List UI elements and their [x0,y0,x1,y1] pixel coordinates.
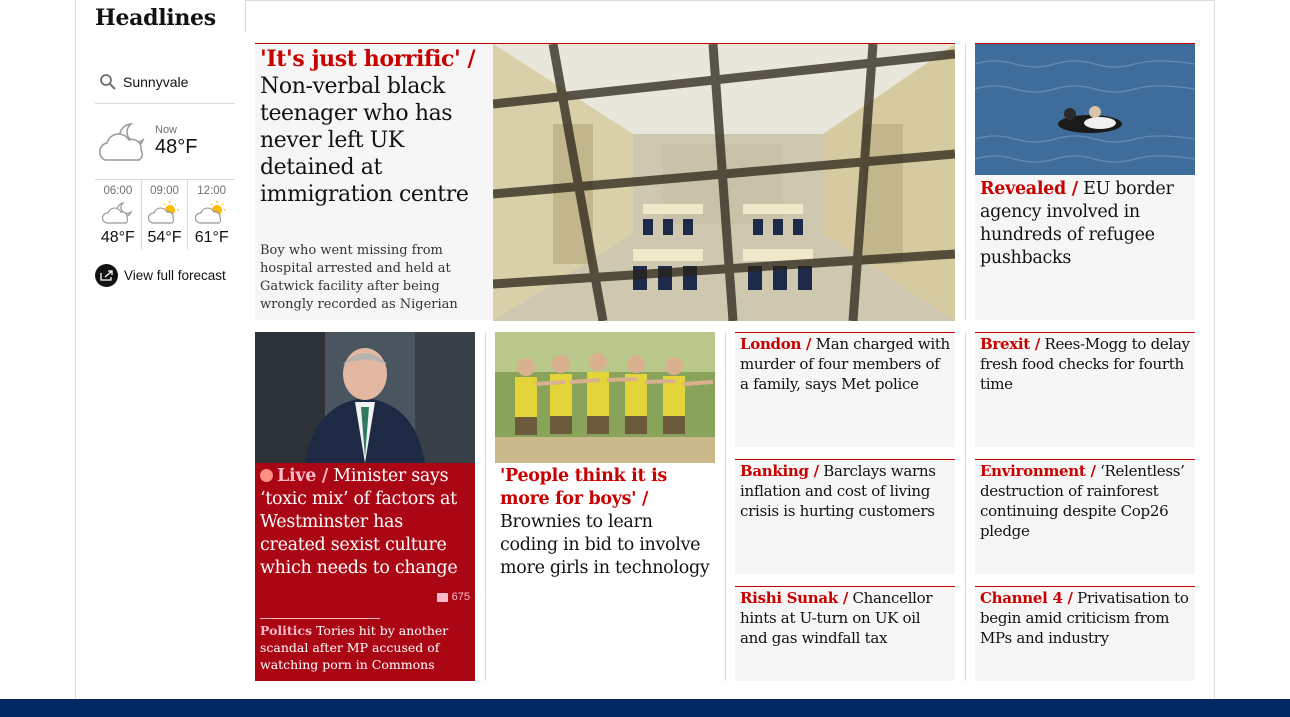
live-story-card[interactable]: Live / Minister says ‘toxic mix’ of fact… [255,332,475,681]
weather-now-temp: 48°F [155,136,198,158]
column-divider [485,332,486,681]
view-forecast-label: View full forecast [124,268,226,283]
small-story-kicker: Banking / [740,462,819,480]
column-divider [965,332,966,681]
partly-sunny-icon [194,201,226,224]
weather-hour: 06:00 48°F [95,180,142,250]
small-story-headline[interactable]: Brexit / Rees-Mogg to delay fresh food c… [980,334,1192,394]
small-story-headline[interactable]: Rishi Sunak / Chancellor hints at U-turn… [740,588,952,648]
small-story-card[interactable]: Brexit / Rees-Mogg to delay fresh food c… [975,332,1195,447]
weather-now-label: Now [155,124,178,136]
sublink-divider [260,618,380,619]
main-story-card[interactable]: 'It's just horrific' / Non-verbal black … [255,43,955,321]
live-sublink[interactable]: Politics Tories hit by another scandal a… [260,622,470,673]
cloudy-night-icon [101,201,133,224]
live-pulse-icon [260,469,273,482]
brownies-story-card[interactable]: 'People think it is more for boys' / Bro… [495,332,715,681]
minister-photo [255,332,475,463]
section-title: Headlines [95,5,216,31]
small-story-kicker: Environment / [980,462,1096,480]
weather-hour-time: 12:00 [197,185,227,197]
live-story-kicker: Live / [277,466,328,486]
sublink-kicker: Politics [260,623,313,638]
small-story-kicker: Brexit / [980,335,1040,353]
main-story-kicker: 'It's just horrific' / [260,46,476,72]
small-story-kicker: Rishi Sunak / [740,589,848,607]
weather-now: Now 48°F [95,104,235,180]
small-story-headline[interactable]: London / Man charged with murder of four… [740,334,952,394]
search-icon [100,73,116,90]
weather-hour-temp: 61°F [194,229,229,246]
brownies-photo [495,332,715,463]
detention-centre-photo [493,44,955,321]
weather-hour-time: 06:00 [103,185,133,197]
weather-widget: Sunnyvale Now 48°F 06:00 48°F 09:00 54°F… [95,60,235,287]
small-story-headline[interactable]: Environment / ‘Relentless’ destruction o… [980,461,1192,541]
view-forecast-link[interactable]: View full forecast [95,264,235,287]
small-story-card[interactable]: Rishi Sunak / Chancellor hints at U-turn… [735,586,955,681]
brownies-story-headline[interactable]: 'People think it is more for boys' / Bro… [500,465,714,580]
small-story-card[interactable]: Environment / ‘Relentless’ destruction o… [975,459,1195,574]
column-divider [725,332,726,681]
main-story-headline[interactable]: 'It's just horrific' / Non-verbal black … [260,46,488,208]
weather-hour-temp: 54°F [147,229,182,246]
comment-icon [436,592,448,602]
top-divider [245,0,1214,1]
weather-location: Sunnyvale [123,73,189,90]
sea-rescue-photo [975,44,1195,175]
live-story-headline[interactable]: Live / Minister says ‘toxic mix’ of fact… [260,465,472,580]
main-story-title: Non-verbal black teenager who has never … [260,74,469,207]
main-story-standfirst: Boy who went missing from hospital arres… [260,243,458,312]
small-story-card[interactable]: Channel 4 / Privatisation to begin amid … [975,586,1195,681]
weather-hour: 09:00 54°F [142,180,189,250]
small-story-headline[interactable]: Channel 4 / Privatisation to begin amid … [980,588,1192,648]
external-link-icon [95,264,118,287]
weather-hour-time: 09:00 [150,185,179,197]
brownies-story-title: Brownies to learn coding in bid to invol… [500,512,710,578]
weather-hourly: 06:00 48°F 09:00 54°F 12:00 61°F [95,180,235,250]
small-story-kicker: London / [740,335,812,353]
small-story-card[interactable]: London / Man charged with murder of four… [735,332,955,447]
eu-story-headline[interactable]: Revealed / EU border agency involved in … [980,178,1192,270]
weather-hour: 12:00 61°F [188,180,235,250]
eu-story-kicker: Revealed / [980,179,1078,199]
small-story-kicker: Channel 4 / [980,589,1073,607]
bottom-nav-bar [0,699,1290,717]
title-divider [245,0,246,32]
weather-hour-temp: 48°F [100,229,135,246]
comment-count[interactable]: 675 [436,591,470,603]
column-divider [965,43,966,320]
partly-sunny-icon [147,201,179,224]
eu-story-card[interactable]: Revealed / EU border agency involved in … [975,43,1195,320]
brownies-story-kicker: 'People think it is more for boys' / [500,466,667,509]
small-story-headline[interactable]: Banking / Barclays warns inflation and c… [740,461,952,521]
weather-location-search[interactable]: Sunnyvale [95,60,235,104]
small-story-card[interactable]: Banking / Barclays warns inflation and c… [735,459,955,574]
cloudy-night-icon [99,122,145,161]
comment-count-value: 675 [451,591,470,603]
